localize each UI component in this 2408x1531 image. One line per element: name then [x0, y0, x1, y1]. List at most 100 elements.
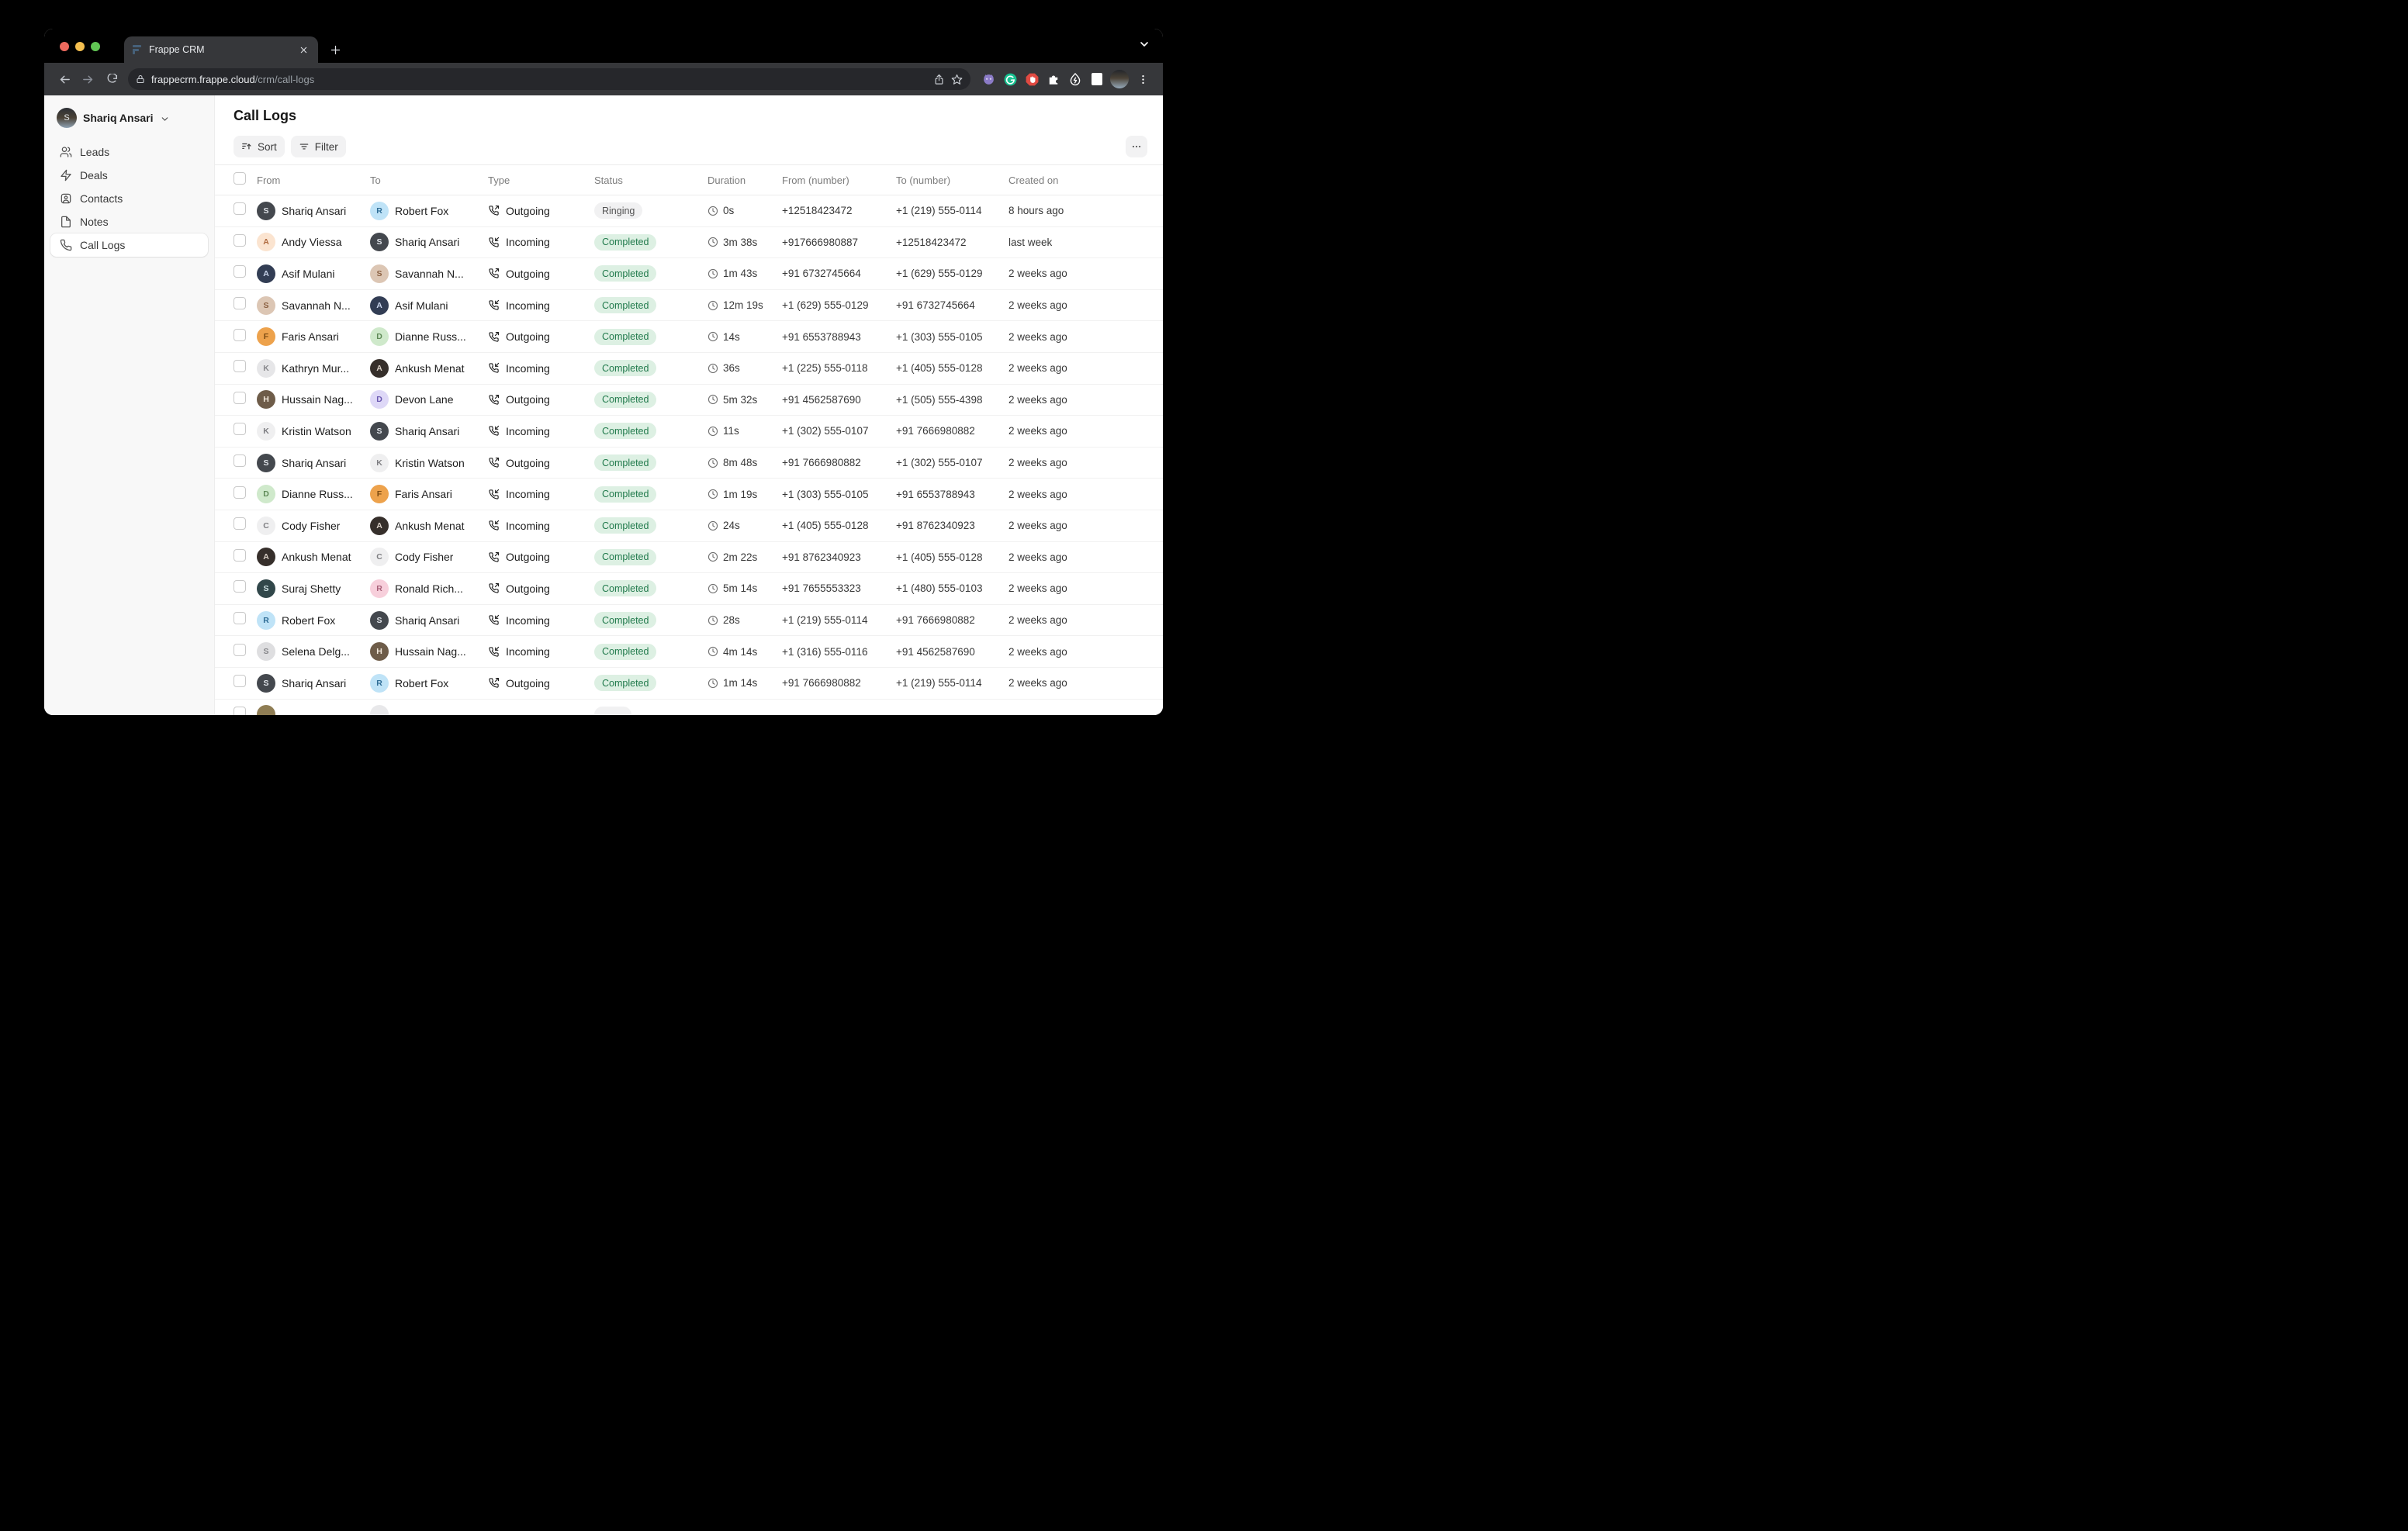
avatar: S: [370, 611, 389, 630]
row-checkbox[interactable]: [234, 265, 246, 278]
lock-icon[interactable]: [136, 74, 145, 84]
table-row[interactable]: CCody FisherAAnkush MenatIncomingComplet…: [215, 510, 1163, 542]
table-row[interactable]: HHussain Nag...DDevon LaneOutgoingComple…: [215, 385, 1163, 416]
to-name: Savannah N...: [395, 268, 464, 280]
main-panel: Call Logs Sort Filter FromToTypeStatusDu…: [215, 95, 1163, 715]
share-icon[interactable]: [933, 74, 945, 85]
created-on: 2 weeks ago: [1009, 520, 1163, 531]
from-person: AAsif Mulani: [257, 264, 370, 283]
table-row[interactable]: KKathryn Mur...AAnkush MenatIncomingComp…: [215, 353, 1163, 385]
row-checkbox[interactable]: [234, 644, 246, 656]
row-checkbox[interactable]: [234, 486, 246, 499]
status-badge: Completed: [594, 517, 656, 534]
row-select-cell: [234, 486, 257, 503]
row-checkbox[interactable]: [234, 580, 246, 593]
github-extension-icon[interactable]: [978, 69, 998, 89]
row-checkbox[interactable]: [234, 423, 246, 435]
bookmark-star-icon[interactable]: [951, 74, 963, 85]
created-on: 2 weeks ago: [1009, 551, 1163, 563]
sidebar-item-leads[interactable]: Leads: [50, 140, 208, 164]
table-row[interactable]: SSavannah N...AAsif MulaniIncomingComple…: [215, 290, 1163, 322]
grammarly-extension-icon[interactable]: [1000, 69, 1020, 89]
address-bar[interactable]: frappecrm.frappe.cloud/crm/call-logs: [128, 68, 970, 90]
to-number: +1 (405) 555-0128: [896, 362, 1009, 374]
select-all-checkbox[interactable]: [234, 172, 246, 185]
to-person: DDianne Russ...: [370, 327, 488, 346]
filter-icon: [299, 141, 310, 152]
reload-icon[interactable]: [100, 68, 122, 90]
to-name: Cody Fisher: [395, 551, 453, 563]
phone-incoming-icon: [488, 614, 500, 626]
table-row[interactable]: SSuraj ShettyRRonald Rich...OutgoingComp…: [215, 573, 1163, 605]
from-number: +91 6553788943: [782, 331, 896, 343]
row-checkbox[interactable]: [234, 202, 246, 215]
user-dropdown[interactable]: S Shariq Ansari: [50, 108, 208, 128]
select-all-cell: [234, 172, 257, 188]
to-name: Shariq Ansari: [395, 236, 459, 248]
duration-cell: 1m 19s: [708, 489, 782, 500]
table-row[interactable]: SShariq AnsariKKristin WatsonOutgoingCom…: [215, 448, 1163, 479]
close-icon[interactable]: [296, 43, 310, 57]
status-badge: Completed: [594, 265, 656, 282]
row-checkbox[interactable]: [234, 329, 246, 341]
row-checkbox[interactable]: [234, 612, 246, 624]
profile-avatar[interactable]: [1110, 70, 1129, 88]
status-cell: Completed: [594, 297, 708, 313]
zoom-window-button[interactable]: [91, 42, 100, 51]
to-person: [370, 705, 488, 715]
table-row[interactable]: AAndy ViessaSShariq AnsariIncomingComple…: [215, 227, 1163, 259]
row-checkbox[interactable]: [234, 234, 246, 247]
tab-overflow-chevron-down-icon[interactable]: [1138, 38, 1150, 50]
sidebar-item-call-logs[interactable]: Call Logs: [50, 233, 208, 257]
column-header: Duration: [708, 175, 782, 186]
table-row[interactable]: SShariq AnsariRRobert FoxOutgoingRinging…: [215, 195, 1163, 227]
row-checkbox[interactable]: [234, 454, 246, 467]
row-checkbox[interactable]: [234, 517, 246, 530]
to-person: CCody Fisher: [370, 548, 488, 566]
row-checkbox[interactable]: [234, 392, 246, 404]
reading-mode-icon[interactable]: [1087, 69, 1107, 89]
table-row[interactable]: AAsif MulaniSSavannah N...OutgoingComple…: [215, 258, 1163, 290]
new-tab-button[interactable]: [324, 39, 346, 60]
browser-tab[interactable]: Frappe CRM: [124, 36, 318, 63]
avatar: S: [257, 674, 275, 693]
forward-icon[interactable]: [77, 68, 99, 90]
table-row[interactable]: FFaris AnsariDDianne Russ...OutgoingComp…: [215, 321, 1163, 353]
table-row[interactable]: SSelena Delg...HHussain Nag...IncomingCo…: [215, 636, 1163, 668]
avatar: H: [257, 390, 275, 409]
table-row[interactable]: RRobert FoxSShariq AnsariIncomingComplet…: [215, 605, 1163, 637]
ellipsis-icon: [1131, 141, 1142, 152]
adblock-extension-icon[interactable]: [1022, 69, 1042, 89]
back-icon[interactable]: [54, 68, 75, 90]
status-cell: Completed: [594, 234, 708, 251]
table-row[interactable]: SShariq AnsariRRobert FoxOutgoingComplet…: [215, 668, 1163, 700]
call-type-label: Incoming: [506, 520, 550, 532]
status-badge: Completed: [594, 612, 656, 628]
sort-button[interactable]: Sort: [234, 136, 285, 157]
minimize-window-button[interactable]: [75, 42, 85, 51]
phone-outgoing-icon: [488, 582, 500, 594]
call-type-label: Outgoing: [506, 205, 550, 217]
row-checkbox[interactable]: [234, 707, 246, 715]
more-options-button[interactable]: [1126, 136, 1147, 157]
sidebar-item-contacts[interactable]: Contacts: [50, 187, 208, 210]
table-row[interactable]: DDianne Russ...FFaris AnsariIncomingComp…: [215, 479, 1163, 510]
leaf-bolt-extension-icon[interactable]: [1065, 69, 1085, 89]
sidebar-item-deals[interactable]: Deals: [50, 164, 208, 187]
table-row[interactable]: AAnkush MenatCCody FisherOutgoingComplet…: [215, 542, 1163, 574]
table-row[interactable]: KKristin WatsonSShariq AnsariIncomingCom…: [215, 416, 1163, 448]
close-window-button[interactable]: [60, 42, 69, 51]
avatar: R: [370, 674, 389, 693]
filter-button[interactable]: Filter: [291, 136, 346, 157]
row-checkbox[interactable]: [234, 297, 246, 309]
from-number: +1 (219) 555-0114: [782, 614, 896, 626]
table-row-partial[interactable]: [215, 700, 1163, 716]
call-type: Outgoing: [488, 205, 594, 217]
sidebar-item-notes[interactable]: Notes: [50, 210, 208, 233]
row-checkbox[interactable]: [234, 360, 246, 372]
to-name: Robert Fox: [395, 677, 448, 689]
extensions-puzzle-icon[interactable]: [1043, 69, 1064, 89]
kebab-menu-icon[interactable]: [1132, 68, 1154, 90]
row-checkbox[interactable]: [234, 675, 246, 687]
row-checkbox[interactable]: [234, 549, 246, 562]
